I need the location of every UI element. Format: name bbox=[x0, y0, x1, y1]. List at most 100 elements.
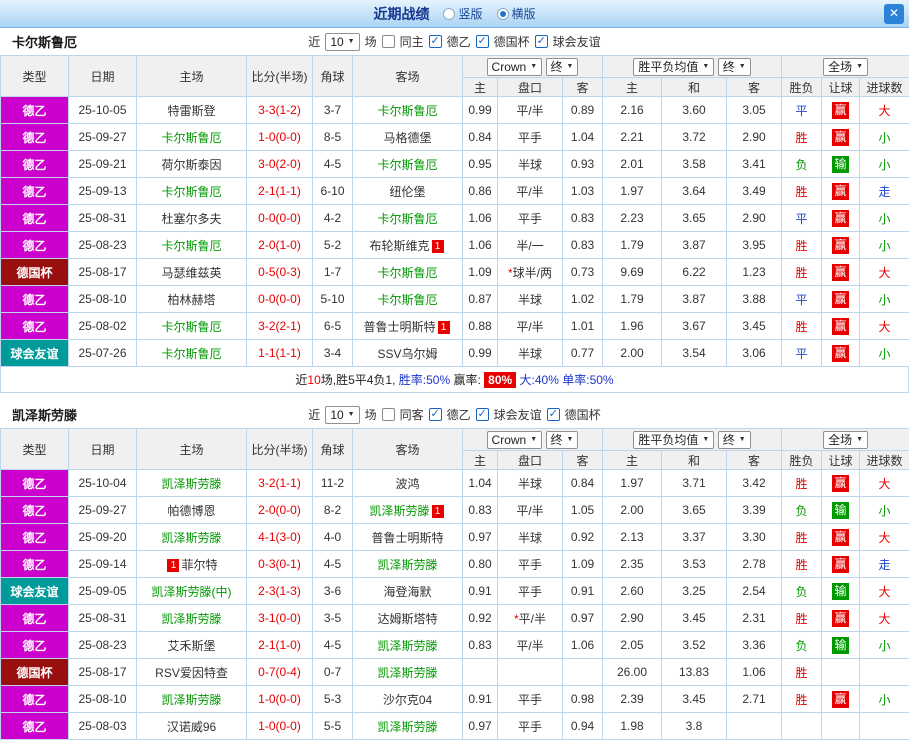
radio-selected-icon[interactable] bbox=[496, 7, 509, 20]
home-team-cell[interactable]: 卡尔斯鲁厄 bbox=[136, 123, 247, 151]
away-team-cell[interactable]: 卡尔斯鲁厄 bbox=[352, 258, 463, 286]
team-link[interactable]: 凯泽斯劳滕 bbox=[161, 693, 221, 707]
away-team-cell[interactable]: 波鸿 bbox=[352, 469, 463, 497]
team-link[interactable]: 卡尔斯鲁厄 bbox=[161, 131, 221, 145]
team-link[interactable]: 凯泽斯劳滕 bbox=[377, 639, 437, 653]
away-team-cell[interactable]: 凯泽斯劳滕 1 bbox=[352, 496, 463, 524]
home-team-cell[interactable]: 艾禾斯堡 bbox=[136, 631, 247, 659]
away-team-cell[interactable]: 布轮斯维克 1 bbox=[352, 231, 463, 259]
odds-company-dropdown[interactable]: Crown ▼ bbox=[486, 57, 543, 76]
team-link[interactable]: 特雷斯登 bbox=[167, 104, 215, 118]
team-link[interactable]: 卡尔斯鲁厄 bbox=[161, 185, 221, 199]
team-link[interactable]: 纽伦堡 bbox=[389, 185, 425, 199]
team-link[interactable]: 凯泽斯劳滕 bbox=[377, 558, 437, 572]
away-team-cell[interactable]: 普鲁士明斯特 bbox=[352, 523, 463, 551]
away-team-cell[interactable]: 达姆斯塔特 bbox=[352, 604, 463, 632]
team-link[interactable]: 马瑟维兹英 bbox=[161, 266, 221, 280]
team-link[interactable]: 帕德博恩 bbox=[167, 504, 215, 518]
team-link[interactable]: 凯泽斯劳滕(中) bbox=[152, 585, 232, 599]
scope-dropdown[interactable]: 全场 ▼ bbox=[823, 57, 869, 76]
team-link[interactable]: 卡尔斯鲁厄 bbox=[377, 293, 437, 307]
radio-circle-icon[interactable] bbox=[443, 7, 456, 20]
team-link[interactable]: 凯泽斯劳滕 bbox=[369, 504, 429, 518]
same-venue-checkbox[interactable] bbox=[381, 35, 395, 48]
scope-dropdown[interactable]: 全场 ▼ bbox=[823, 430, 869, 449]
away-team-cell[interactable]: 海登海默 bbox=[352, 577, 463, 605]
team-link[interactable]: 卡尔斯鲁厄 bbox=[377, 158, 437, 172]
league-checkbox[interactable]: ✓ bbox=[475, 408, 489, 421]
home-team-cell[interactable]: 卡尔斯鲁厄 bbox=[136, 231, 247, 259]
away-team-cell[interactable]: 凯泽斯劳滕 bbox=[352, 712, 463, 740]
away-team-cell[interactable]: 纽伦堡 bbox=[352, 177, 463, 205]
league-checkbox[interactable]: ✓ bbox=[475, 35, 489, 48]
team-link[interactable]: 凯泽斯劳滕 bbox=[161, 531, 221, 545]
away-team-cell[interactable]: 卡尔斯鲁厄 bbox=[352, 285, 463, 313]
home-team-cell[interactable]: 凯泽斯劳滕 bbox=[136, 469, 247, 497]
odds-time-dropdown[interactable]: 终 ▼ bbox=[545, 57, 579, 76]
away-team-cell[interactable]: 凯泽斯劳滕 bbox=[352, 631, 463, 659]
away-team-cell[interactable]: 普鲁士明斯特 1 bbox=[352, 312, 463, 340]
team-link[interactable]: RSV爱因特查 bbox=[155, 666, 228, 680]
away-team-cell[interactable]: 凯泽斯劳滕 bbox=[352, 550, 463, 578]
away-team-cell[interactable]: 马格德堡 bbox=[352, 123, 463, 151]
team-link[interactable]: 卡尔斯鲁厄 bbox=[161, 320, 221, 334]
away-team-cell[interactable]: 卡尔斯鲁厄 bbox=[352, 96, 463, 124]
team-link[interactable]: 凯泽斯劳滕 bbox=[377, 720, 437, 734]
match-count-dropdown[interactable]: 10 ▼ bbox=[325, 32, 360, 51]
team-link[interactable]: 凯泽斯劳滕 bbox=[161, 477, 221, 491]
team-link[interactable]: 汉诺威96 bbox=[167, 720, 216, 734]
vertical-mode-radio[interactable]: 竖版 bbox=[443, 5, 483, 22]
team-link[interactable]: 普鲁士明斯特 bbox=[371, 531, 443, 545]
team-link[interactable]: 卡尔斯鲁厄 bbox=[377, 212, 437, 226]
odds-company-dropdown[interactable]: Crown ▼ bbox=[486, 430, 543, 449]
close-button[interactable]: ✕ bbox=[884, 4, 904, 24]
avg-dropdown[interactable]: 胜平负均值 ▼ bbox=[633, 57, 715, 76]
team-link[interactable]: 凯泽斯劳滕 bbox=[161, 612, 221, 626]
home-team-cell[interactable]: 柏林赫塔 bbox=[136, 285, 247, 313]
team-link[interactable]: 杜塞尔多夫 bbox=[161, 212, 221, 226]
team-link[interactable]: 菲尔特 bbox=[181, 558, 217, 572]
team-link[interactable]: 海登海默 bbox=[383, 585, 431, 599]
team-link[interactable]: 荷尔斯泰因 bbox=[161, 158, 221, 172]
team-link[interactable]: 马格德堡 bbox=[383, 131, 431, 145]
team-link[interactable]: 凯泽斯劳滕 bbox=[377, 666, 437, 680]
team-link[interactable]: 卡尔斯鲁厄 bbox=[161, 347, 221, 361]
odds-time-dropdown[interactable]: 终 ▼ bbox=[545, 430, 579, 449]
home-team-cell[interactable]: 特雷斯登 bbox=[136, 96, 247, 124]
home-team-cell[interactable]: 凯泽斯劳滕(中) bbox=[136, 577, 247, 605]
avg-time-dropdown[interactable]: 终 ▼ bbox=[717, 57, 751, 76]
same-venue-checkbox[interactable] bbox=[381, 408, 395, 421]
league-checkbox[interactable]: ✓ bbox=[534, 35, 548, 48]
team-link[interactable]: 柏林赫塔 bbox=[167, 293, 215, 307]
team-link[interactable]: 卡尔斯鲁厄 bbox=[377, 104, 437, 118]
avg-dropdown[interactable]: 胜平负均值 ▼ bbox=[633, 430, 715, 449]
avg-time-dropdown[interactable]: 终 ▼ bbox=[717, 430, 751, 449]
team-link[interactable]: 达姆斯塔特 bbox=[377, 612, 437, 626]
team-link[interactable]: 布轮斯维克 bbox=[369, 239, 429, 253]
league-checkbox[interactable]: ✓ bbox=[428, 35, 442, 48]
home-team-cell[interactable]: 凯泽斯劳滕 bbox=[136, 604, 247, 632]
home-team-cell[interactable]: 凯泽斯劳滕 bbox=[136, 523, 247, 551]
league-checkbox[interactable]: ✓ bbox=[546, 408, 560, 421]
home-team-cell[interactable]: 凯泽斯劳滕 bbox=[136, 685, 247, 713]
home-team-cell[interactable]: RSV爱因特查 bbox=[136, 658, 247, 686]
team-link[interactable]: 卡尔斯鲁厄 bbox=[161, 239, 221, 253]
away-team-cell[interactable]: 凯泽斯劳滕 bbox=[352, 658, 463, 686]
away-team-cell[interactable]: SSV乌尔姆 bbox=[352, 339, 463, 367]
home-team-cell[interactable]: 荷尔斯泰因 bbox=[136, 150, 247, 178]
team-link[interactable]: 普鲁士明斯特 bbox=[363, 320, 435, 334]
away-team-cell[interactable]: 卡尔斯鲁厄 bbox=[352, 204, 463, 232]
home-team-cell[interactable]: 汉诺威96 bbox=[136, 712, 247, 740]
horizontal-mode-radio[interactable]: 横版 bbox=[496, 5, 536, 22]
team-link[interactable]: 沙尔克04 bbox=[383, 693, 432, 707]
home-team-cell[interactable]: 杜塞尔多夫 bbox=[136, 204, 247, 232]
team-link[interactable]: 波鸿 bbox=[395, 477, 419, 491]
home-team-cell[interactable]: 马瑟维兹英 bbox=[136, 258, 247, 286]
match-count-dropdown[interactable]: 10 ▼ bbox=[325, 405, 360, 424]
home-team-cell[interactable]: 帕德博恩 bbox=[136, 496, 247, 524]
away-team-cell[interactable]: 卡尔斯鲁厄 bbox=[352, 150, 463, 178]
home-team-cell[interactable]: 卡尔斯鲁厄 bbox=[136, 339, 247, 367]
team-link[interactable]: 艾禾斯堡 bbox=[167, 639, 215, 653]
league-checkbox[interactable]: ✓ bbox=[428, 408, 442, 421]
away-team-cell[interactable]: 沙尔克04 bbox=[352, 685, 463, 713]
